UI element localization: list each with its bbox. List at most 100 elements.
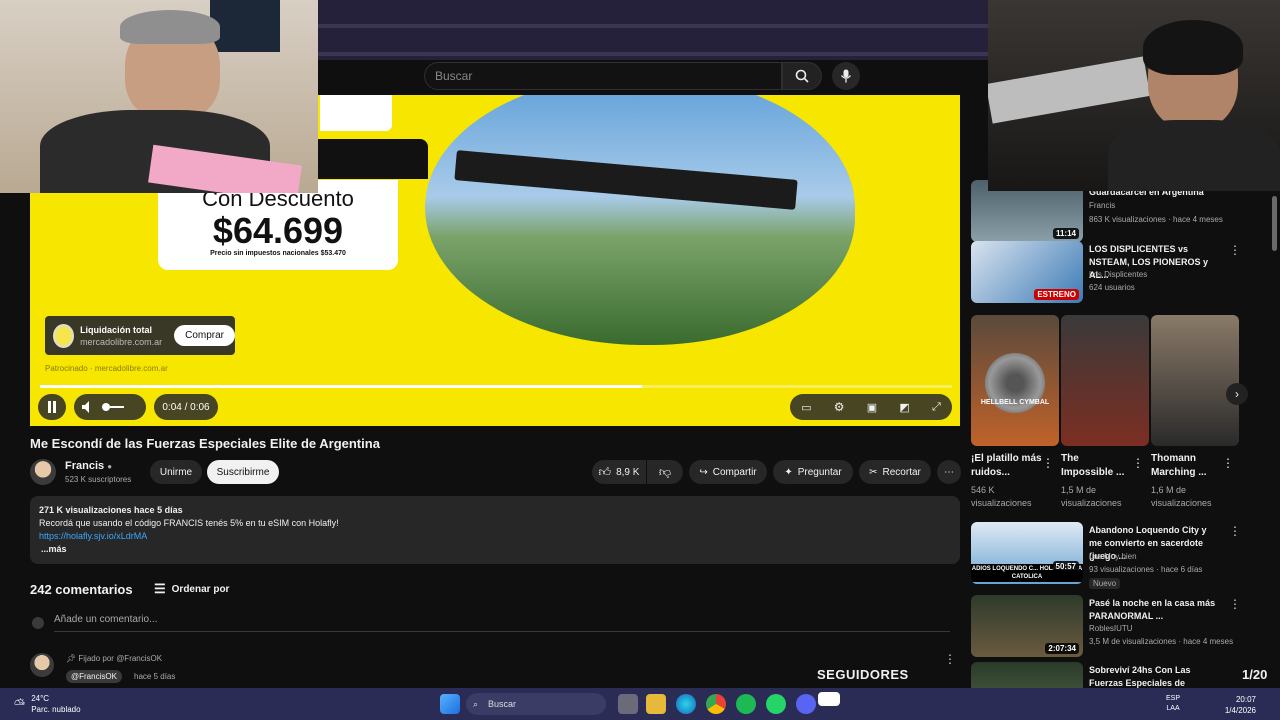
add-comment-input[interactable]: Añade un comentario... [54,614,950,632]
short-more-icon-2[interactable]: ⋮ [1222,456,1234,470]
chrome-icon[interactable] [706,694,726,714]
volume-icon [82,401,89,413]
shorts-next-arrow-icon[interactable]: › [1226,383,1248,405]
file-explorer-icon[interactable] [646,694,666,714]
recommended-title: Sobreviví 24hs Con Las Fuerzas Especiale… [1089,665,1191,688]
windows-start-icon[interactable] [440,694,460,714]
miniplayer-icon[interactable]: ▣ [867,401,877,414]
sort-comments-button[interactable]: ☰ Ordenar por [154,581,229,597]
browser-chrome [318,0,988,60]
video-thumbnail [971,662,1083,688]
more-actions-button[interactable]: ⋯ [937,460,961,484]
video-duration: 2:07:34 [1045,643,1079,654]
share-button[interactable]: ↪ Compartir [689,460,767,484]
ad-landscape-image [425,95,855,345]
recommended-video-3[interactable]: 2:07:34 Pasé la noche en la casa más PAR… [971,595,1271,657]
short-views-0: 546 K visualizaciones [971,485,1032,508]
ad-advertiser-domain: mercadolibre.com.ar [80,336,163,347]
language-indicator[interactable]: ESP LAA [1166,694,1180,714]
ad-sponsored-label[interactable]: Patrocinado · mercadolibre.com.ar [45,364,168,373]
short-title-2[interactable]: Thomann Marching ... [1151,452,1223,480]
recommended-video-2[interactable]: ADIOS LOQUENDO C... HOLA IGLESIA CATOLIC… [971,522,1271,589]
cast-icon[interactable]: ◩ [899,401,909,414]
comment-author-avatar[interactable] [30,653,54,677]
channel-name[interactable]: Francis ● [65,460,112,472]
short-more-icon-1[interactable]: ⋮ [1132,456,1144,470]
recommended-video-1[interactable]: ESTRENO LOS DISPLICENTES vs NSTEAM, LOS … [971,241,1271,303]
language-code: ESP [1166,695,1181,702]
search-input[interactable]: Buscar [424,62,782,90]
like-button[interactable]: 👍︎ 8,9 K [592,460,646,484]
volume-knob[interactable] [102,403,110,411]
new-badge: Nuevo [1089,578,1121,589]
channel-avatar[interactable] [30,459,56,485]
volume-control[interactable] [74,394,146,420]
channel-name-text: Francis [65,460,105,472]
short-thumbnail-0[interactable]: HELLBELL CYMBAL [971,315,1059,446]
comment-author-handle[interactable]: @FrancisOK [66,670,122,683]
ask-button[interactable]: ✦ Preguntar [773,460,853,484]
recommended-channel: RoblesIUTU [1089,624,1133,633]
task-view-icon[interactable] [618,694,638,714]
ad-tax-note: Precio sin impuestos nacionales $53.470 [210,250,346,257]
show-more-link[interactable]: ...más [39,543,951,556]
clock-date: 1/4/2026 [1224,706,1256,715]
short-more-icon-0[interactable]: ⋮ [1042,456,1054,470]
voice-search-button[interactable] [832,62,860,90]
description-box[interactable]: 271 K visualizaciones hace 5 días Record… [30,496,960,564]
short-title-0[interactable]: ¡El platillo más ruidos... [971,452,1043,480]
recommended-video-4[interactable]: Sobreviví 24hs Con Las Fuerzas Especiale… [971,662,1271,688]
ad-buy-button[interactable]: Comprar [174,325,235,346]
clip-button[interactable]: ✂ Recortar [859,460,931,484]
mercadolibre-logo-icon [53,323,75,348]
subscribe-button[interactable]: Suscribirme [207,460,279,484]
video-thumbnail: 2:07:34 [971,595,1083,657]
share-label: Compartir [712,466,757,478]
short-title-1[interactable]: The Impossible ... [1061,452,1133,480]
video-progress-fill [40,385,642,388]
stream-page-counter: 1/20 [1242,667,1268,682]
edge-icon[interactable] [676,694,696,714]
video-duration: 11:14 [1052,228,1079,239]
description-link[interactable]: https://holafly.sjv.io/xLdrMA [39,531,147,541]
pinned-text: Fijado por @FrancisOK [78,654,163,663]
ad-price-card: Con Descuento $64.699 Precio sin impuest… [158,180,398,270]
sidebar-scrollbar[interactable] [1272,196,1277,251]
more-vertical-icon[interactable]: ⋮ [1229,243,1241,257]
comments-count: 242 comentarios [30,582,133,597]
streamer-webcam-right [988,0,1280,191]
search-button[interactable] [782,62,822,90]
ad-advertiser-box[interactable]: Liquidación total mercadolibre.com.ar Co… [45,316,235,355]
app-icon[interactable] [818,692,840,706]
streamer-webcam-left [0,0,318,193]
more-vertical-icon[interactable]: ⋮ [1229,597,1241,611]
short-thumbnail-2[interactable] [1151,315,1239,446]
system-clock[interactable]: 20:07 1/4/2026 [1225,694,1256,716]
join-button[interactable]: Unirme [150,460,202,484]
whatsapp-icon[interactable] [766,694,786,714]
more-vertical-icon[interactable]: ⋮ [1229,524,1241,538]
subtitles-icon[interactable]: ▭ [801,401,811,414]
weather-widget[interactable]: ⛅︎ 24°C Parc. nublado [14,693,81,715]
keyboard-layout: LAA [1166,705,1180,712]
sort-label: Ordenar por [171,583,230,595]
fullscreen-icon[interactable]: ⤢ [932,401,941,414]
pause-button[interactable] [38,394,66,420]
taskbar-search-label: Buscar [488,699,517,709]
settings-gear-icon[interactable]: ⚙ [834,400,845,414]
recommended-channel: Los Muy bien [1089,552,1137,561]
ad-advertiser-title: Liquidación total [80,324,153,335]
video-thumbnail: ADIOS LOQUENDO C... HOLA IGLESIA CATOLIC… [971,522,1083,584]
discord-icon[interactable] [796,694,816,714]
spotify-icon[interactable] [736,694,756,714]
pin-icon: 📌︎ [66,654,77,663]
dislike-button[interactable]: 👎︎ [647,460,683,484]
recommended-channel: Los Displicentes [1089,270,1148,279]
comment-timestamp: hace 5 días [134,672,176,681]
weather-condition: Parc. nublado [31,705,81,714]
short-thumbnail-1[interactable] [1061,315,1149,446]
comment-more-icon[interactable]: ⋮ [944,652,956,666]
video-progress-bar[interactable] [40,385,952,388]
taskbar-search[interactable]: ⌕ Buscar [466,693,606,715]
pause-icon [48,401,56,413]
